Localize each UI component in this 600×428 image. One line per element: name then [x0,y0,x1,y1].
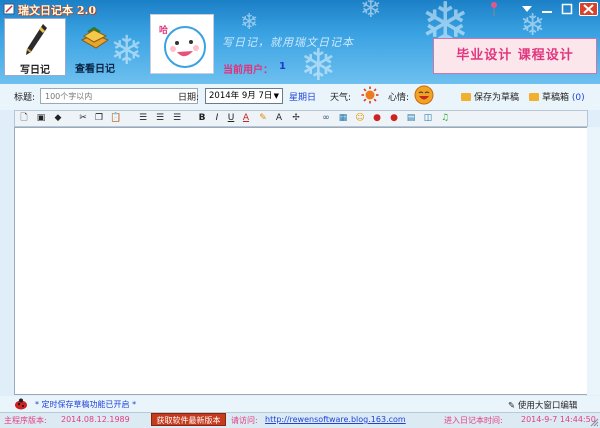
music-icon[interactable]: ♫ [439,113,451,124]
folder-icon [461,93,471,101]
big-window-label: 使用大窗口编辑 [517,401,578,411]
ladybug-icon [15,398,27,410]
save-draft-button[interactable]: 保存为草稿 [461,90,519,103]
happy-face-icon[interactable] [414,85,434,105]
visit-label: 请访问: [231,416,258,425]
current-user-label: 当前用户： [223,65,273,76]
resize-grip-icon[interactable] [590,418,599,427]
image-icon[interactable]: ▦ [337,113,349,124]
dropdown-arrow-icon: ▼ [273,92,279,100]
big-window-edit-button[interactable]: ✎ 使用大窗口编辑 [508,399,577,411]
draft-count: (0) [571,93,585,103]
draft-box-button[interactable]: 草稿箱 (0) [529,90,585,103]
highlight-icon[interactable]: ✎ [257,113,269,124]
date-picker[interactable]: 2014年 9月 7日 ▼ [205,88,283,104]
layout-icon[interactable]: ◫ [422,113,434,124]
font-color-icon[interactable]: A [240,113,252,124]
window-title: 瑞文日记本 2.0 [18,4,96,17]
underline-icon[interactable]: U [225,113,237,124]
flash-icon[interactable]: ● [371,113,383,124]
media-icon[interactable]: ● [388,113,400,124]
cut-icon[interactable]: ✂ [77,113,89,124]
avatar-text: 哈 [159,26,169,36]
header-area: ❄ ❄ ❄ ❄ ❄ ❄ 瑞文日记本 2.0 写日记 查看日记 哈 写日记，就用瑞… [0,0,600,84]
version-value: 2014.08.12.1989 [61,415,130,424]
write-diary-button[interactable]: 写日记 [4,18,66,76]
link-icon[interactable]: ∞ [320,113,332,124]
banner-ad[interactable]: 毕业设计 课程设计 [433,38,597,74]
autosave-status: * 定时保存草稿功能已开启 * [35,400,137,409]
emoticon-icon[interactable]: ☺ [354,113,366,124]
new-document-icon[interactable]: 🗋 [18,113,30,124]
current-user-value: 1 [279,61,286,72]
app-icon [3,3,15,15]
folder-icon [529,93,539,101]
table-icon[interactable]: ▤ [405,113,417,124]
title-input[interactable] [40,88,198,104]
align-center-icon[interactable]: ☰ [154,113,166,124]
preview-icon[interactable]: ▣ [35,113,47,124]
minimize-icon [542,11,552,13]
diary-editor[interactable] [14,127,588,395]
date-label: 日期: [178,93,200,103]
date-value: 2014年 9月 7日 [209,91,273,101]
write-diary-label: 写日记 [20,65,50,76]
sun-icon[interactable] [361,86,379,104]
skin-menu-button[interactable] [518,2,536,16]
copy-icon[interactable]: ❐ [93,113,105,124]
bold-icon[interactable]: B [196,113,208,124]
font-size-icon[interactable]: A [273,113,285,124]
blog-link[interactable]: http://rewensoftware.blog.163.com [265,415,406,424]
editor-side-gap [587,127,600,395]
align-right-icon[interactable]: ☰ [171,113,183,124]
weather-label: 天气: [330,93,352,103]
edit-window-icon: ✎ [508,401,516,411]
pushpin-icon[interactable] [488,1,500,17]
minimize-button[interactable] [538,2,556,16]
draft-box-label: 草稿箱 [542,93,570,103]
maximize-icon [561,3,573,15]
login-time-label: 进入日记本时间: [444,416,503,425]
title-bar[interactable]: 瑞文日记本 2.0 [0,0,600,18]
italic-icon[interactable]: I [211,113,223,124]
align-left-icon[interactable]: ☰ [137,113,149,124]
get-latest-version-button[interactable]: 获取软件最新版本 [151,413,226,426]
view-diary-label: 查看日记 [75,64,115,75]
pen-icon [26,24,47,55]
weekday-text: 星期日 [289,93,317,103]
editor-toolbar: 🗋 ▣ ◆ ✂ ❐ 📋 ☰ ☰ ☰ B I U A ✎ A ✢ ∞ ▦ ☺ ● … [14,110,588,127]
avatar[interactable]: 哈 [150,14,214,74]
slogan: 写日记，就用瑞文日记本 [222,36,354,49]
chevron-down-icon [522,6,532,12]
book-icon [80,26,110,49]
view-diary-button[interactable]: 查看日记 [70,18,120,76]
version-label: 主程序版本: [4,416,47,425]
login-time-value: 2014-9-7 14:44:50 [521,415,596,424]
close-button[interactable] [579,2,598,16]
mood-label: 心情: [388,93,410,103]
maximize-button[interactable] [558,2,576,16]
paste-icon[interactable]: 📋 [110,113,122,124]
save-draft-label: 保存为草稿 [474,93,520,103]
clear-format-icon[interactable]: ◆ [52,113,64,124]
close-icon [583,4,594,14]
format-icon[interactable]: ✢ [290,113,302,124]
title-label: 标题: [14,93,36,103]
